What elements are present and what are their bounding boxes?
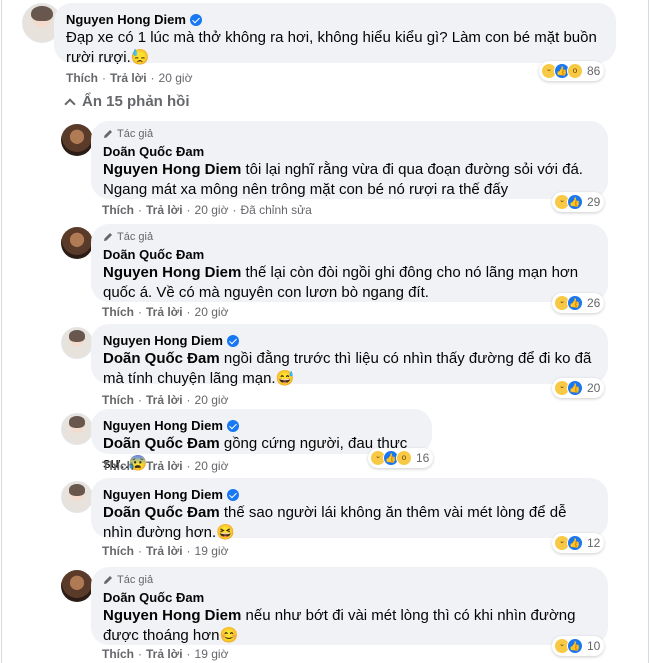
timestamp[interactable]: 19 giờ — [195, 544, 229, 558]
comment-actions: Thích · Trả lời · 20 giờ — [102, 459, 229, 473]
reply-link[interactable]: Trả lời — [146, 459, 183, 473]
avatar[interactable] — [61, 413, 93, 445]
reaction-summary[interactable]: ᵕ 👍 26 — [552, 293, 605, 313]
comment-text: Nguyen Hong Diem tôi lại nghĩ rằng vừa đ… — [103, 161, 583, 198]
comment-author[interactable]: Doãn Quốc Đam — [103, 589, 596, 606]
avatar[interactable] — [61, 227, 93, 259]
verified-badge-icon — [226, 419, 239, 432]
pencil-icon — [104, 130, 112, 138]
reaction-count: 12 — [587, 536, 601, 550]
avatar[interactable] — [61, 124, 93, 156]
comment-bubble: Nguyen Hong Diem Doãn Quốc Đam thế sao n… — [91, 478, 608, 541]
comment-text: Doãn Quốc Đam ngồi đằng trước thì liệu c… — [103, 350, 592, 387]
comment-text: Nguyen Hong Diem thế lại còn đòi ngồi gh… — [103, 264, 579, 301]
timestamp[interactable]: 20 giờ — [195, 305, 229, 319]
mention-link[interactable]: Nguyen Hong Diem — [103, 161, 241, 178]
reply-link[interactable]: Trả lời — [110, 71, 147, 85]
comment-actions: Thích · Trả lời · 20 giờ · Đã chỉnh sửa — [102, 203, 312, 217]
comment-bubble: Tác giả Doãn Quốc Đam Nguyen Hong Diem n… — [91, 567, 608, 645]
comment-text: Doãn Quốc Đam thế sao người lái không ăn… — [103, 504, 567, 541]
chevron-up-icon — [64, 97, 76, 110]
like-reaction-icon: 👍 — [567, 535, 583, 551]
like-link[interactable]: Thích — [102, 393, 134, 407]
pencil-icon — [104, 233, 112, 241]
comment-bubble: Tác giả Doãn Quốc Đam Nguyen Hong Diem t… — [91, 121, 608, 199]
like-link[interactable]: Thích — [102, 459, 134, 473]
mention-link[interactable]: Nguyen Hong Diem — [103, 264, 241, 281]
reaction-count: 10 — [587, 639, 601, 653]
like-link[interactable]: Thích — [102, 647, 134, 661]
reaction-count: 20 — [587, 381, 601, 395]
comment-author[interactable]: Nguyen Hong Diem — [103, 417, 420, 434]
avatar[interactable] — [61, 481, 93, 513]
like-link[interactable]: Thích — [66, 71, 98, 85]
reply-link[interactable]: Trả lời — [146, 647, 183, 661]
reaction-count: 16 — [416, 451, 430, 465]
reaction-summary[interactable]: ᵕ 👍 o 86 — [539, 61, 605, 81]
comment-text: Nguyen Hong Diem nếu như bớt đi vài mét … — [103, 607, 576, 644]
author-tag: Tác giả — [103, 230, 596, 244]
pencil-icon — [104, 576, 112, 584]
comment-author[interactable]: Nguyen Hong Diem — [103, 486, 596, 503]
reaction-summary[interactable]: ᵕ 👍 20 — [552, 378, 605, 398]
author-tag: Tác giả — [103, 573, 596, 587]
hide-replies-label: Ẩn 15 phản hồi — [82, 93, 190, 110]
timestamp[interactable]: 20 giờ — [195, 393, 229, 407]
comment-actions: Thích · Trả lời · 19 giờ — [102, 647, 229, 661]
like-reaction-icon: 👍 — [567, 194, 583, 210]
reaction-summary[interactable]: ᵕ 👍 10 — [552, 636, 605, 656]
like-link[interactable]: Thích — [102, 544, 134, 558]
timestamp[interactable]: 19 giờ — [195, 647, 229, 661]
like-link[interactable]: Thích — [102, 305, 134, 319]
reply-link[interactable]: Trả lời — [146, 393, 183, 407]
reaction-summary[interactable]: ᵕ 👍 12 — [552, 533, 605, 553]
like-reaction-icon: 👍 — [567, 380, 583, 396]
edited-label: Đã chỉnh sửa — [240, 203, 312, 217]
reply-link[interactable]: Trả lời — [146, 305, 183, 319]
mention-link[interactable]: Doãn Quốc Đam — [103, 350, 220, 367]
reaction-summary[interactable]: ᵕ 👍 o 16 — [368, 448, 434, 468]
verified-badge-icon — [226, 488, 239, 501]
comment-author[interactable]: Nguyen Hong Diem — [103, 332, 596, 349]
timestamp[interactable]: 20 giờ — [195, 459, 229, 473]
wow-reaction-icon: o — [567, 63, 583, 79]
like-reaction-icon: 👍 — [567, 638, 583, 654]
like-reaction-icon: 👍 — [567, 295, 583, 311]
comment-text: Đạp xe có 1 lúc mà thở không ra hơi, khô… — [66, 29, 597, 66]
reaction-count: 26 — [587, 296, 601, 310]
avatar[interactable] — [61, 327, 93, 359]
reply-link[interactable]: Trả lời — [146, 203, 183, 217]
reply-link[interactable]: Trả lời — [146, 544, 183, 558]
comment-bubble: Nguyen Hong Diem Doãn Quốc Đam ngồi đằng… — [91, 324, 608, 387]
comment-actions: Thích · Trả lời · 20 giờ — [66, 71, 193, 85]
reaction-count: 29 — [587, 195, 601, 209]
reaction-summary[interactable]: ᵕ 👍 29 — [552, 192, 605, 212]
mention-link[interactable]: Doãn Quốc Đam — [103, 504, 220, 521]
hide-replies-button[interactable]: Ẩn 15 phản hồi — [64, 93, 190, 110]
mention-link[interactable]: Nguyen Hong Diem — [103, 607, 241, 624]
verified-badge-icon — [226, 334, 239, 347]
comment-author[interactable]: Doãn Quốc Đam — [103, 143, 596, 160]
verified-badge-icon — [189, 13, 202, 26]
comment-actions: Thích · Trả lời · 20 giờ — [102, 393, 229, 407]
mention-link[interactable]: Doãn Quốc Đam — [103, 435, 220, 452]
avatar[interactable] — [61, 570, 93, 602]
comment-author[interactable]: Nguyen Hong Diem — [66, 11, 604, 28]
author-tag: Tác giả — [103, 127, 596, 141]
comment-actions: Thích · Trả lời · 19 giờ — [102, 544, 229, 558]
like-link[interactable]: Thích — [102, 203, 134, 217]
comment-bubble: Tác giả Doãn Quốc Đam Nguyen Hong Diem t… — [91, 224, 608, 302]
wow-reaction-icon: o — [396, 450, 412, 466]
timestamp[interactable]: 20 giờ — [195, 203, 229, 217]
comment-author[interactable]: Doãn Quốc Đam — [103, 246, 596, 263]
reaction-count: 86 — [587, 64, 601, 78]
comment-bubble: Nguyen Hong Diem Đạp xe có 1 lúc mà thở … — [54, 3, 616, 66]
comment-actions: Thích · Trả lời · 20 giờ — [102, 305, 229, 319]
timestamp[interactable]: 20 giờ — [159, 71, 193, 85]
